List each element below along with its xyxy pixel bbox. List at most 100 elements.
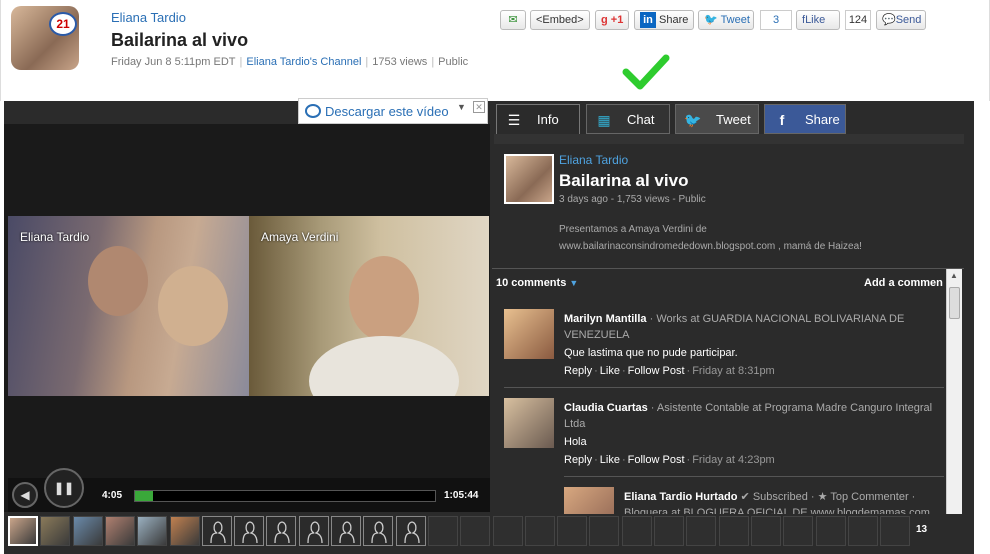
participant-thumbnail[interactable] xyxy=(137,516,168,546)
follow-post-link[interactable]: Follow Post xyxy=(628,454,685,466)
empty-slot xyxy=(460,516,491,546)
like-link[interactable]: Like xyxy=(600,365,620,377)
progress-fill xyxy=(135,491,153,501)
comments-count-dropdown[interactable]: 10 comments ▼ xyxy=(496,277,578,289)
participant-placeholder[interactable] xyxy=(201,516,232,546)
empty-slot xyxy=(621,516,652,546)
progress-bar[interactable] xyxy=(134,490,436,502)
empty-slot xyxy=(654,516,684,546)
reply-link[interactable]: Reply xyxy=(564,365,592,377)
info-title: Bailarina al vivo xyxy=(559,171,689,190)
participant-thumbnail[interactable] xyxy=(72,516,103,546)
add-comment-link[interactable]: Add a commen xyxy=(864,277,943,289)
like-count: 124 xyxy=(845,10,871,30)
info-description: Presentamos a Amaya Verdini de www.baila… xyxy=(559,221,959,255)
volume-button[interactable]: ◀ xyxy=(12,482,38,508)
empty-slot xyxy=(750,516,781,546)
info-author-link[interactable]: Eliana Tardio xyxy=(559,153,628,167)
participant-face xyxy=(158,266,228,346)
empty-slot xyxy=(557,516,588,546)
twitter-bird-icon: 🐦 xyxy=(704,14,718,26)
participant-placeholder[interactable] xyxy=(234,516,265,546)
comment-actions: Reply · Like · Follow Post · Friday at 8:31pm xyxy=(564,365,775,377)
participant-thumbnail[interactable] xyxy=(8,516,38,546)
channel-link[interactable]: Eliana Tardio's Channel xyxy=(246,56,361,68)
participant-face xyxy=(88,246,148,316)
participant-face xyxy=(349,256,419,341)
close-icon[interactable]: ✕ xyxy=(473,101,485,113)
follow-post-link[interactable]: Follow Post xyxy=(628,365,685,377)
participant-count: 13 xyxy=(916,524,928,535)
pause-icon: ❚❚ xyxy=(53,481,75,495)
participant-placeholder[interactable] xyxy=(363,516,394,546)
scroll-up-icon[interactable]: ▲ xyxy=(950,271,958,280)
empty-slot xyxy=(492,516,523,546)
gplus-button[interactable]: g +1 xyxy=(595,10,629,30)
participant-placeholder[interactable] xyxy=(395,516,426,546)
reply-link[interactable]: Reply xyxy=(564,454,592,466)
participant-placeholder[interactable] xyxy=(298,516,329,546)
download-icon xyxy=(305,104,321,118)
empty-slot xyxy=(815,516,846,546)
empty-slot xyxy=(589,516,620,546)
commenter-avatar[interactable] xyxy=(564,487,614,514)
empty-slot xyxy=(847,516,878,546)
commenter-name[interactable]: Claudia Cuartas xyxy=(564,402,648,414)
tab-share[interactable]: f Share xyxy=(764,104,846,134)
twitter-bird-icon: 🐦 xyxy=(684,112,702,128)
like-link[interactable]: Like xyxy=(600,454,620,466)
chevron-down-icon: ▼ xyxy=(569,278,579,288)
empty-slot xyxy=(686,516,717,546)
linkedin-icon: in xyxy=(640,12,656,28)
video-feed-left[interactable]: Eliana Tardio xyxy=(8,216,249,396)
video-title: Bailarina al vivo xyxy=(111,30,249,50)
commenter-avatar[interactable] xyxy=(504,309,554,359)
facebook-send-button[interactable]: 💬Send xyxy=(876,10,926,30)
comment-time: Friday at 4:23pm xyxy=(692,454,775,466)
author-link[interactable]: Eliana Tardio xyxy=(111,10,186,25)
participant-placeholder[interactable] xyxy=(331,516,361,546)
gplus-icon: g xyxy=(601,14,608,26)
comments-scrollbar[interactable]: ▲ xyxy=(946,269,962,514)
visibility: Public xyxy=(438,56,469,68)
commenter-name[interactable]: Eliana Tardio Hurtado xyxy=(624,491,737,503)
info-avatar[interactable] xyxy=(504,154,554,204)
commenter-avatar[interactable] xyxy=(504,398,554,448)
participant-thumbnail[interactable] xyxy=(104,516,135,546)
scroll-thumb[interactable] xyxy=(949,287,960,319)
participant-thumbnail[interactable] xyxy=(169,516,200,546)
player-controls: ◀ ❚❚ 4:05 1:05:44 xyxy=(8,468,490,512)
tab-info[interactable]: ☰ Info xyxy=(496,104,580,134)
video-feed-right[interactable]: Amaya Verdini xyxy=(249,216,489,396)
dropdown-arrow-icon[interactable]: ▼ xyxy=(457,102,466,112)
commenter-name[interactable]: Marilyn Mantilla xyxy=(564,313,647,325)
tweet-count: 3 xyxy=(760,10,792,30)
top-commenter-badge: ★ Top Commenter xyxy=(817,491,909,503)
comment-reply-item: Eliana Tardio Hurtado ✔ Subscribed · ★ T… xyxy=(564,487,944,514)
tab-chat[interactable]: ▦ Chat xyxy=(586,104,670,134)
channel-avatar[interactable]: 21 xyxy=(11,6,79,70)
comment-time: Friday at 8:31pm xyxy=(692,365,775,377)
channel-logo: 21 xyxy=(49,12,77,36)
participant-placeholder[interactable] xyxy=(266,516,297,546)
embed-button[interactable]: <Embed> xyxy=(530,10,590,30)
pause-button[interactable]: ❚❚ xyxy=(44,468,84,508)
facebook-like-button[interactable]: fLike xyxy=(796,10,840,30)
tweet-button[interactable]: 🐦 Tweet xyxy=(698,10,754,30)
tab-tweet[interactable]: 🐦 Tweet xyxy=(675,104,759,134)
green-checkmark-annotation xyxy=(622,54,670,90)
empty-slot xyxy=(718,516,749,546)
download-video-bar[interactable]: Descargar este vídeo ▼ ✕ xyxy=(298,98,488,124)
blog-link[interactable]: www.bailarinaconsindromededown.blogspot.… xyxy=(559,238,959,255)
empty-slot xyxy=(427,516,458,546)
current-time: 4:05 xyxy=(102,490,123,501)
download-button[interactable]: Descargar este vídeo xyxy=(305,104,449,119)
view-count: 1753 views xyxy=(372,56,428,68)
comment-text: Que lastima que no pude participar. xyxy=(564,347,738,359)
participant-name: Amaya Verdini xyxy=(261,230,339,244)
participant-thumbnail[interactable] xyxy=(40,516,71,546)
email-share-button[interactable]: ✉ xyxy=(500,10,526,30)
linkedin-share-button[interactable]: in Share xyxy=(634,10,694,30)
empty-slot xyxy=(524,516,555,546)
video-header: 21 Eliana Tardio Bailarina al vivo Frida… xyxy=(0,0,990,101)
